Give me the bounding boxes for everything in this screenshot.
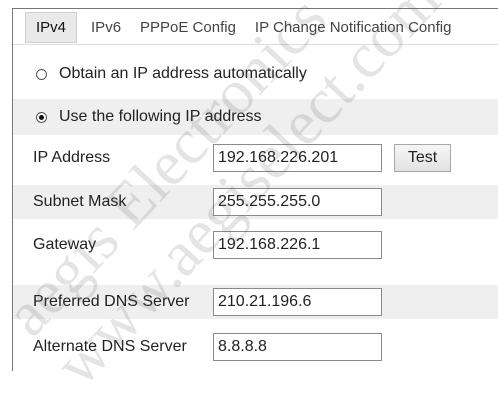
gateway-label: Gateway	[33, 236, 97, 253]
tab-divider	[13, 44, 498, 45]
use-static-ip-option[interactable]: Use the following IP address	[13, 99, 498, 135]
subnet-mask-row: Subnet Mask	[13, 185, 498, 219]
gateway-input[interactable]	[213, 231, 382, 259]
subnet-mask-label: Subnet Mask	[33, 193, 127, 210]
ip-address-row: IP Address Test	[13, 141, 498, 175]
use-static-ip-label: Use the following IP address	[59, 108, 262, 125]
obtain-ip-auto-radio[interactable]	[36, 68, 47, 80]
subnet-mask-input[interactable]	[213, 188, 382, 216]
gateway-row: Gateway	[13, 228, 498, 262]
obtain-ip-auto-option[interactable]: Obtain an IP address automatically	[13, 56, 498, 92]
preferred-dns-input[interactable]	[213, 288, 382, 316]
alternate-dns-row: Alternate DNS Server	[13, 330, 498, 364]
alternate-dns-label: Alternate DNS Server	[33, 338, 187, 355]
test-button[interactable]: Test	[394, 144, 451, 172]
tab-ip-change-notification-config[interactable]: IP Change Notification Config	[255, 19, 452, 36]
preferred-dns-row: Preferred DNS Server	[13, 285, 498, 319]
obtain-ip-auto-label: Obtain an IP address automatically	[59, 65, 307, 82]
tab-pppoe-config[interactable]: PPPoE Config	[140, 19, 236, 36]
ip-address-label: IP Address	[33, 149, 111, 166]
tab-ipv6[interactable]: IPv6	[91, 19, 121, 36]
use-static-ip-radio[interactable]	[36, 111, 47, 123]
preferred-dns-label: Preferred DNS Server	[33, 293, 190, 310]
ip-address-input[interactable]	[213, 144, 382, 172]
tab-bar: IPv4 IPv6 PPPoE Config IP Change Notific…	[13, 9, 498, 45]
alternate-dns-input[interactable]	[213, 333, 382, 361]
tab-ipv4[interactable]: IPv4	[25, 11, 78, 43]
